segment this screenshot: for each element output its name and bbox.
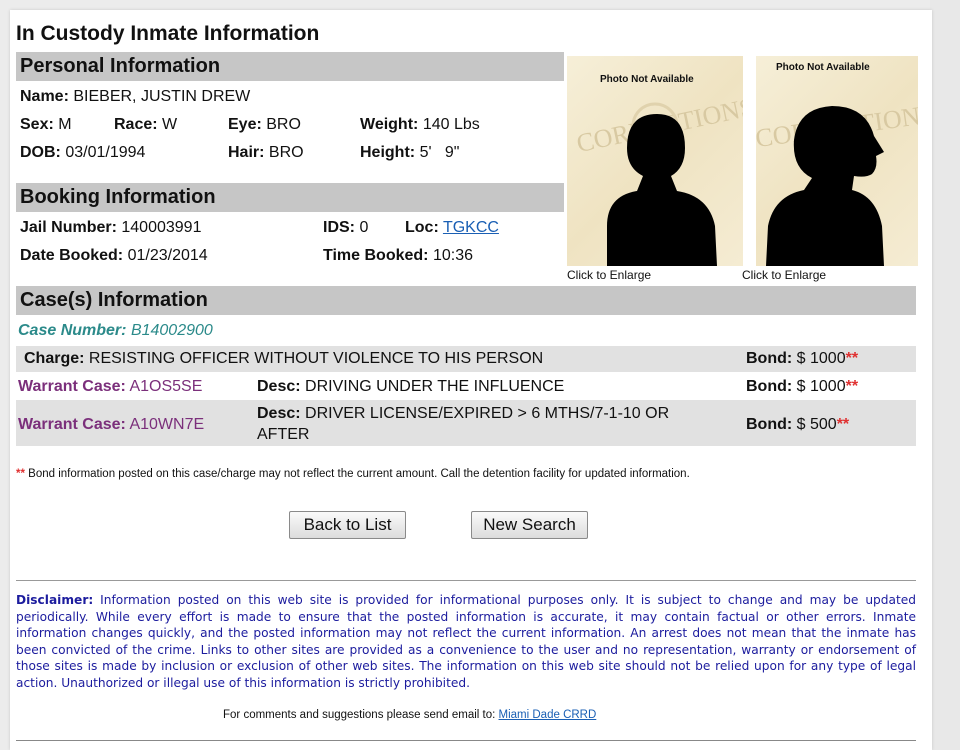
- weight-field: Weight: 140 Lbs: [360, 116, 480, 134]
- disclaimer: Disclaimer: Information posted on this w…: [16, 592, 916, 691]
- height-value: 5' 9": [419, 144, 460, 161]
- back-to-list-button[interactable]: Back to List: [289, 511, 406, 539]
- desc-label: Desc:: [257, 378, 301, 395]
- jail-number-label: Jail Number:: [20, 219, 117, 236]
- warrant-case-1: Warrant Case: A1OS5SE: [18, 378, 202, 396]
- bond-asterisk: **: [836, 416, 850, 433]
- hair-field: Hair: BRO: [228, 144, 304, 162]
- bond-asterisk: **: [845, 350, 859, 367]
- jail-number-field: Jail Number: 140003991: [20, 219, 201, 237]
- hair-label: Hair:: [228, 144, 265, 161]
- front-photo[interactable]: CORRECTIONS Photo Not Available: [567, 56, 743, 266]
- sex-value: M: [58, 116, 72, 133]
- warrant-bond-1: Bond: $ 1000**: [746, 378, 858, 396]
- charge-label: Charge:: [24, 350, 85, 367]
- hair-value: BRO: [268, 144, 304, 161]
- contact-email-link[interactable]: Miami Dade CRRD: [499, 709, 597, 721]
- bond-value: $ 1000: [796, 378, 846, 395]
- name-value: BIEBER, JUSTIN DREW: [73, 88, 251, 105]
- inmate-info-page: In Custody Inmate Information Personal I…: [10, 10, 932, 750]
- date-booked-field: Date Booked: 01/23/2014: [20, 247, 208, 265]
- ids-value: 0: [359, 219, 369, 236]
- personal-info-header: Personal Information: [16, 52, 564, 81]
- loc-label: Loc:: [405, 219, 439, 236]
- desc-value: DRIVING UNDER THE INFLUENCE: [305, 378, 565, 395]
- case-number-value: B14002900: [130, 322, 213, 339]
- side-photo-placeholder: CORRECTIONS: [756, 99, 918, 266]
- eye-value: BRO: [266, 116, 301, 133]
- bottom-divider: [16, 740, 916, 741]
- warrant-case-value: A10WN7E: [129, 416, 205, 433]
- date-booked-label: Date Booked:: [20, 247, 124, 264]
- sex-field: Sex: M: [20, 116, 72, 134]
- disclaimer-text: Information posted on this web site is p…: [16, 593, 916, 690]
- race-value: W: [162, 116, 178, 133]
- cases-info-header: Case(s) Information: [16, 286, 916, 315]
- side-photo-enlarge-link[interactable]: Click to Enlarge: [742, 268, 826, 282]
- height-field: Height: 5' 9": [360, 144, 459, 162]
- bond-note-asterisk: **: [16, 468, 25, 480]
- charge-bond-label: Bond:: [746, 350, 793, 367]
- warrant-desc-2: Desc: DRIVER LICENSE/EXPIRED > 6 MTHS/7-…: [257, 405, 669, 423]
- charge-value: RESISTING OFFICER WITHOUT VIOLENCE TO HI…: [88, 350, 544, 367]
- desc-value: DRIVER LICENSE/EXPIRED > 6 MTHS/7-1-10 O…: [305, 405, 670, 422]
- disclaimer-label: Disclaimer:: [16, 593, 94, 607]
- sex-label: Sex:: [20, 116, 54, 133]
- footer-divider: [16, 580, 916, 581]
- dob-label: DOB:: [20, 144, 61, 161]
- warrant-case-label: Warrant Case:: [18, 378, 126, 395]
- front-photo-placeholder: CORRECTIONS: [574, 92, 743, 266]
- charge-bond-value: $ 1000: [796, 350, 846, 367]
- dob-field: DOB: 03/01/1994: [20, 144, 145, 162]
- case-number-field: Case Number: B14002900: [18, 322, 213, 340]
- charge-field: Charge: RESISTING OFFICER WITHOUT VIOLEN…: [24, 350, 543, 368]
- contact-text: For comments and suggestions please send…: [223, 709, 496, 721]
- warrant-case-value: A1OS5SE: [129, 378, 203, 395]
- eye-field: Eye: BRO: [228, 116, 301, 134]
- race-label: Race:: [114, 116, 158, 133]
- page-title: In Custody Inmate Information: [16, 22, 320, 45]
- front-photo-not-available: Photo Not Available: [600, 74, 694, 85]
- warrant-case-2: Warrant Case: A10WN7E: [18, 416, 204, 434]
- eye-label: Eye:: [228, 116, 262, 133]
- bond-label: Bond:: [746, 378, 793, 395]
- dob-value: 03/01/1994: [65, 144, 146, 161]
- time-booked-field: Time Booked: 10:36: [323, 247, 473, 265]
- bond-note: ** Bond information posted on this case/…: [16, 468, 690, 480]
- time-booked-label: Time Booked:: [323, 247, 429, 264]
- weight-label: Weight:: [360, 116, 419, 133]
- bond-label: Bond:: [746, 416, 793, 433]
- side-photo[interactable]: CORRECTIONS Photo Not Available: [756, 56, 918, 266]
- jail-number-value: 140003991: [121, 219, 202, 236]
- window-edge: [930, 0, 960, 750]
- bond-asterisk: **: [845, 378, 859, 395]
- loc-link[interactable]: TGKCC: [443, 219, 499, 236]
- warrant-case-label: Warrant Case:: [18, 416, 126, 433]
- bond-value: $ 500: [796, 416, 837, 433]
- charge-bond-field: Bond: $ 1000**: [746, 350, 858, 368]
- booking-info-header: Booking Information: [16, 183, 564, 212]
- contact-line: For comments and suggestions please send…: [223, 709, 596, 721]
- new-search-button[interactable]: New Search: [471, 511, 588, 539]
- warrant-desc-2-continued: AFTER: [257, 426, 310, 443]
- side-photo-not-available: Photo Not Available: [776, 62, 870, 73]
- warrant-bond-2: Bond: $ 500**: [746, 416, 849, 434]
- name-row: Name: BIEBER, JUSTIN DREW: [20, 88, 250, 106]
- time-booked-value: 10:36: [432, 247, 473, 264]
- height-label: Height:: [360, 144, 416, 161]
- loc-field: Loc: TGKCC: [405, 219, 499, 237]
- date-booked-value: 01/23/2014: [127, 247, 208, 264]
- name-label: Name:: [20, 88, 69, 105]
- bond-note-text: Bond information posted on this case/cha…: [28, 468, 690, 480]
- race-field: Race: W: [114, 116, 177, 134]
- front-photo-enlarge-link[interactable]: Click to Enlarge: [567, 268, 651, 282]
- weight-value: 140 Lbs: [422, 116, 480, 133]
- desc-label: Desc:: [257, 405, 301, 422]
- warrant-desc-1: Desc: DRIVING UNDER THE INFLUENCE: [257, 378, 564, 396]
- ids-label: IDS:: [323, 219, 355, 236]
- ids-field: IDS: 0: [323, 219, 368, 237]
- case-number-label: Case Number:: [18, 322, 127, 339]
